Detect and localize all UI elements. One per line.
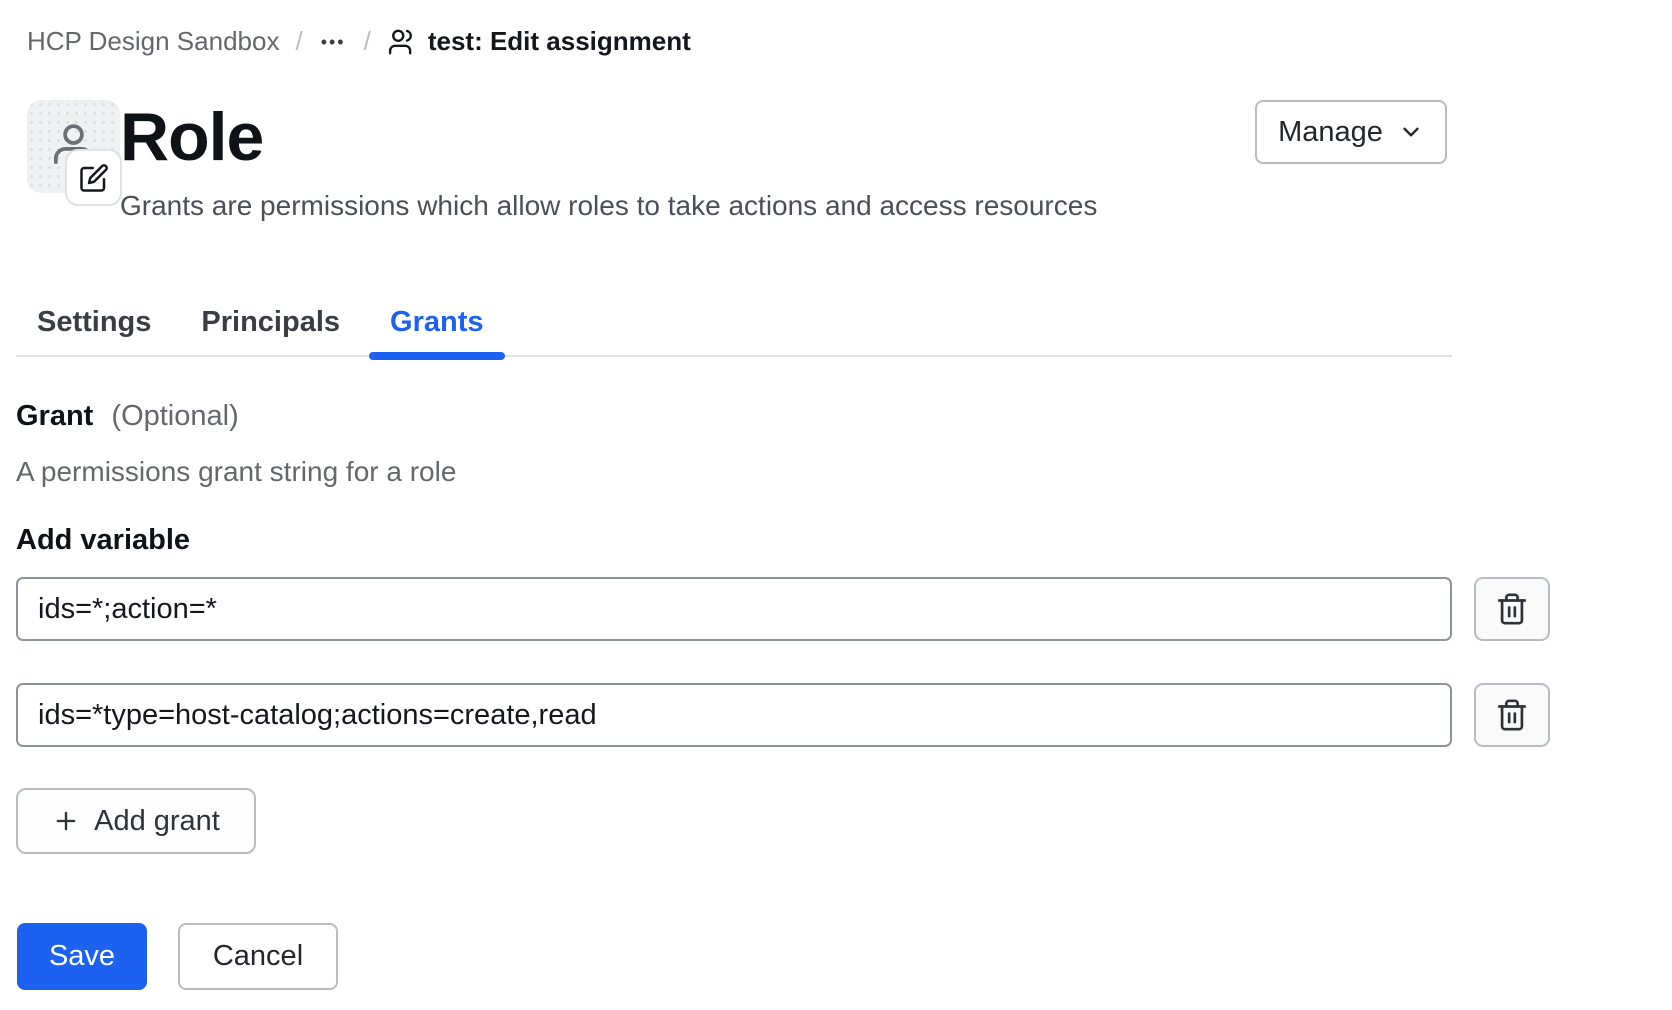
grant-string-input[interactable] bbox=[16, 683, 1452, 747]
manage-dropdown-button[interactable]: Manage bbox=[1255, 100, 1447, 164]
manage-label: Manage bbox=[1278, 116, 1383, 149]
add-variable-label: Add variable bbox=[16, 524, 190, 557]
grant-string-input[interactable] bbox=[16, 577, 1452, 641]
delete-grant-button[interactable] bbox=[1474, 683, 1550, 747]
breadcrumb: HCP Design Sandbox / ••• / test: Edit as… bbox=[27, 26, 691, 57]
chevron-down-icon bbox=[1398, 119, 1424, 145]
edit-pencil-icon bbox=[79, 163, 109, 193]
users-icon bbox=[387, 27, 417, 57]
breadcrumb-ellipsis-button[interactable]: ••• bbox=[319, 33, 348, 51]
cancel-button[interactable]: Cancel bbox=[178, 923, 338, 990]
add-grant-label: Add grant bbox=[94, 805, 220, 838]
trash-icon bbox=[1495, 698, 1529, 732]
trash-icon bbox=[1495, 592, 1529, 626]
add-grant-button[interactable]: Add grant bbox=[16, 788, 256, 854]
tab-principals[interactable]: Principals bbox=[180, 304, 361, 355]
save-button[interactable]: Save bbox=[17, 923, 147, 990]
page-subtitle: Grants are permissions which allow roles… bbox=[120, 190, 1097, 222]
tab-bar: Settings Principals Grants bbox=[16, 304, 1452, 357]
tab-grants[interactable]: Grants bbox=[369, 304, 504, 355]
breadcrumb-root-link[interactable]: HCP Design Sandbox bbox=[27, 26, 279, 57]
plus-icon bbox=[52, 807, 80, 835]
breadcrumb-separator: / bbox=[295, 26, 302, 57]
breadcrumb-current: test: Edit assignment bbox=[387, 26, 691, 57]
tab-settings[interactable]: Settings bbox=[16, 304, 172, 355]
grant-row bbox=[16, 577, 1550, 641]
grant-help-text: A permissions grant string for a role bbox=[16, 456, 456, 488]
edit-avatar-button[interactable] bbox=[65, 149, 122, 206]
grant-optional-label: (Optional) bbox=[111, 400, 238, 432]
grant-field-label: Grant (Optional) bbox=[16, 400, 239, 433]
breadcrumb-separator: / bbox=[364, 26, 371, 57]
grant-row bbox=[16, 683, 1550, 747]
breadcrumb-current-label: test: Edit assignment bbox=[428, 26, 691, 57]
role-avatar bbox=[27, 100, 120, 193]
page: HCP Design Sandbox / ••• / test: Edit as… bbox=[0, 0, 1672, 1010]
grant-label: Grant bbox=[16, 400, 93, 432]
delete-grant-button[interactable] bbox=[1474, 577, 1550, 641]
page-title: Role bbox=[120, 103, 263, 171]
